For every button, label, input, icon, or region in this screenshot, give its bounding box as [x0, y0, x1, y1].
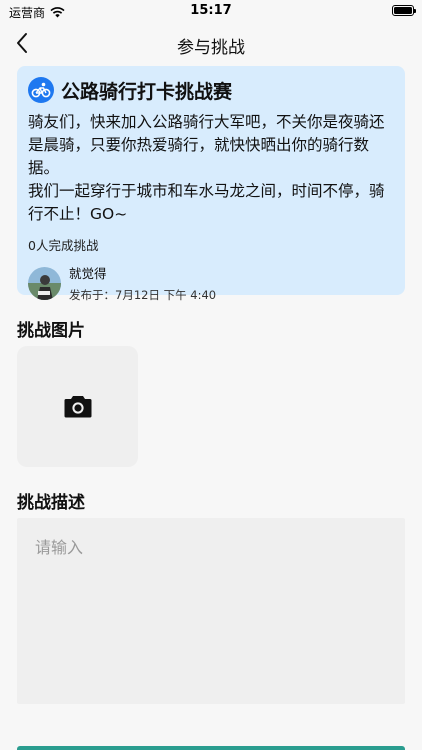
- challenge-description-line: 我们一起穿行于城市和车水马龙之间，时间不停，骑行不止！GO~: [28, 182, 385, 223]
- nav-bar: 参与挑战: [0, 24, 422, 62]
- publish-time: 发布于：7月12日 下午 4:40: [69, 288, 217, 302]
- description-section-title: 挑战描述: [17, 493, 85, 513]
- battery-icon: [392, 5, 416, 16]
- photo-section-title: 挑战图片: [17, 321, 85, 341]
- author-name: 就觉得: [69, 266, 107, 281]
- cycling-icon: [28, 77, 54, 103]
- author-info: 就觉得 发布于：7月12日 下午 4:40: [69, 263, 216, 303]
- challenge-header: 公路骑行打卡挑战赛: [28, 76, 394, 104]
- clock: 15:17: [190, 3, 232, 18]
- photo-upload-button[interactable]: [17, 346, 138, 467]
- status-bar: 运营商 15:17: [0, 0, 422, 24]
- challenge-card: 公路骑行打卡挑战赛 骑友们，快来加入公路骑行大军吧，不关你是夜骑还是晨骑，只要你…: [17, 66, 405, 302]
- description-input[interactable]: [17, 518, 405, 704]
- camera-icon: [64, 396, 91, 418]
- challenge-description-line: 骑友们，快来加入公路骑行大军吧，不关你是夜骑还是晨骑，只要你热爱骑行，就快快晒出…: [28, 113, 385, 177]
- submit-button-edge[interactable]: [17, 746, 405, 750]
- author-row: 就觉得 发布于：7月12日 下午 4:40: [28, 263, 394, 303]
- avatar: [28, 266, 61, 300]
- page-title: 参与挑战: [177, 38, 245, 58]
- completion-count: 0人完成挑战: [28, 238, 99, 253]
- challenge-title: 公路骑行打卡挑战赛: [61, 80, 233, 103]
- challenge-description: 骑友们，快来加入公路骑行大军吧，不关你是夜骑还是晨骑，只要你热爱骑行，就快快晒出…: [28, 111, 394, 226]
